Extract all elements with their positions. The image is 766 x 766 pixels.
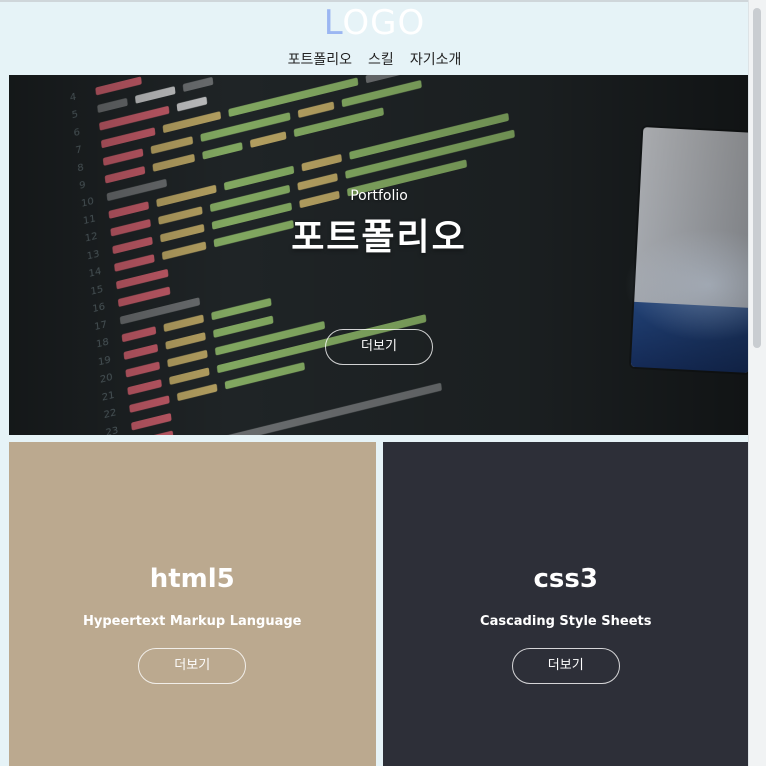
logo-first-letter: L — [323, 3, 343, 43]
nav-item-about[interactable]: 자기소개 — [410, 52, 462, 68]
hero-subtitle: Portfolio — [350, 188, 408, 204]
hero-content: Portfolio 포트폴리오 더보기 — [9, 75, 749, 435]
main-nav: 포트폴리오 스킬 자기소개 — [288, 52, 462, 68]
hero-banner: 4 5 6 7 8 9 10 11 12 13 14 15 16 17 18 1… — [9, 75, 749, 435]
card-more-button[interactable]: 더보기 — [138, 648, 247, 684]
card-css3: css3 Cascading Style Sheets 더보기 — [382, 442, 749, 766]
card-description: Cascading Style Sheets — [480, 614, 652, 629]
hero-title: 포트폴리오 — [291, 217, 467, 258]
skill-cards: html5 Hypeertext Markup Language 더보기 css… — [9, 442, 749, 766]
scrollbar-thumb[interactable] — [753, 8, 761, 348]
card-title: css3 — [533, 564, 598, 594]
nav-item-portfolio[interactable]: 포트폴리오 — [288, 52, 352, 68]
site-header: LOGO 포트폴리오 스킬 자기소개 — [0, 0, 749, 75]
nav-item-skills[interactable]: 스킬 — [368, 52, 394, 68]
card-html5: html5 Hypeertext Markup Language 더보기 — [9, 442, 376, 766]
hero-more-button[interactable]: 더보기 — [325, 329, 433, 365]
card-title: html5 — [149, 564, 235, 594]
logo[interactable]: LOGO — [324, 6, 426, 40]
card-more-button[interactable]: 더보기 — [511, 648, 620, 684]
vertical-scrollbar[interactable] — [748, 0, 766, 766]
card-description: Hypeertext Markup Language — [83, 614, 302, 629]
logo-rest: OGO — [342, 3, 426, 43]
